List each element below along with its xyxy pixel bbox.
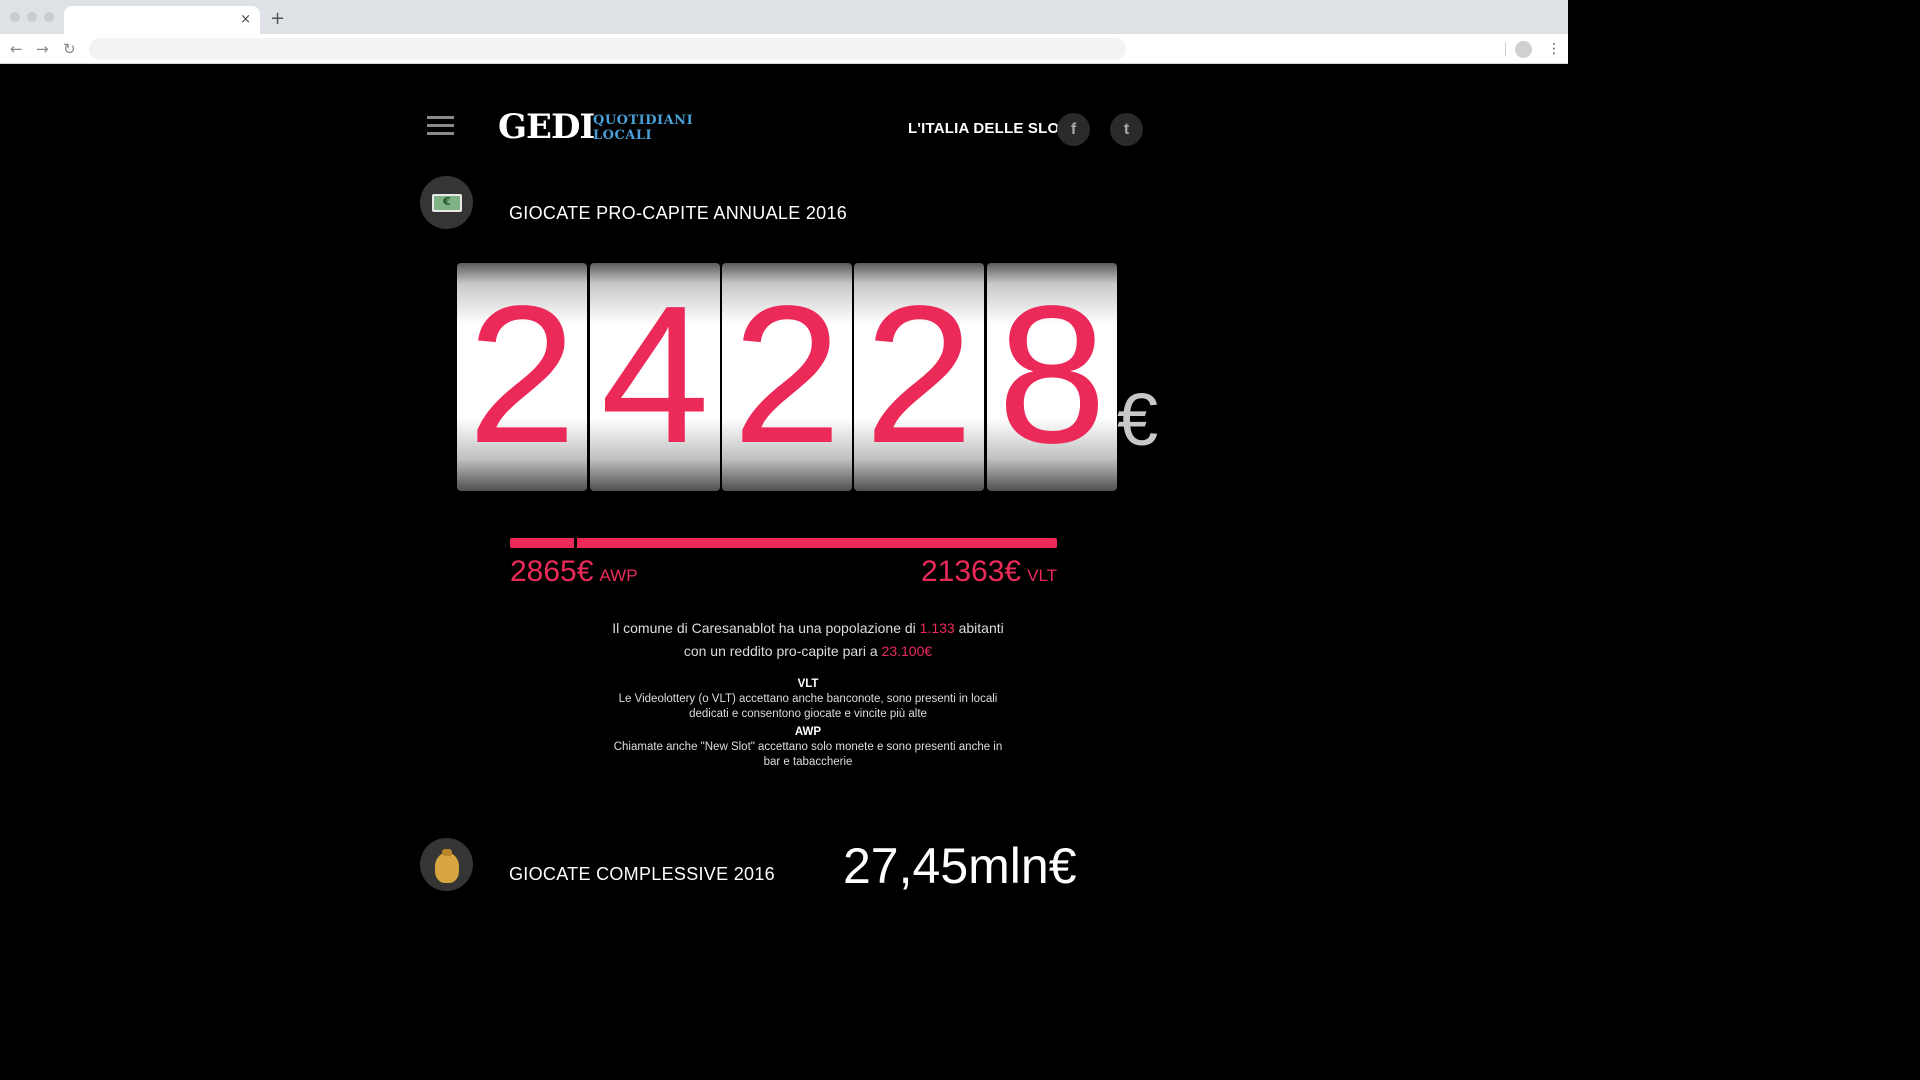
currency-symbol: € [1117, 378, 1159, 461]
population-unit: abitanti [958, 620, 1004, 636]
window-minimize-dot[interactable] [27, 12, 37, 22]
awp-description: Chiamate anche "New Slot" accettano solo… [613, 741, 1003, 768]
twitter-icon[interactable]: t [1110, 113, 1143, 146]
population-value: 1.133 [919, 620, 955, 636]
facebook-icon[interactable]: f [1057, 113, 1090, 146]
hamburger-menu-icon[interactable] [427, 116, 454, 135]
awp-amount-value: 2865€ [510, 555, 594, 588]
reel-digit: 2 [732, 265, 842, 484]
awp-amount-label: AWP [599, 566, 638, 585]
slot-reel: 2 [457, 263, 587, 491]
browser-menu-icon[interactable]: ⋮ [1547, 40, 1561, 58]
window-close-dot[interactable] [10, 12, 20, 22]
reel-digit: 2 [467, 265, 577, 484]
address-bar[interactable] [89, 38, 1126, 60]
awp-share-bar [510, 538, 574, 548]
window-maximize-dot[interactable] [44, 12, 54, 22]
reel-digit: 8 [997, 265, 1107, 484]
browser-toolbar: ← → ↻ ⋮ [0, 34, 1568, 64]
toolbar-divider [1505, 42, 1506, 56]
logo-subtitle-line-1: QUOTIDIANI [593, 113, 694, 128]
slot-reel: 8 [987, 263, 1117, 491]
slot-reel: 2 [854, 263, 984, 491]
total-amount: 27,45mln€ [843, 838, 1077, 894]
browser-tab[interactable]: × [64, 6, 260, 34]
reel-digit: 4 [600, 265, 710, 484]
logo-subtitle: QUOTIDIANI LOCALI [593, 113, 693, 143]
profile-avatar[interactable] [1515, 41, 1532, 58]
reel-digit: 2 [864, 265, 974, 484]
section-title-total: GIOCATE COMPLESSIVE 2016 [509, 864, 775, 884]
vlt-term: VLT [797, 678, 819, 690]
vlt-share-bar [577, 538, 1057, 548]
awp-definition: AWP Chiamate anche "New Slot" accettano … [606, 725, 1010, 770]
money-bag-icon [420, 838, 473, 891]
vlt-amount-label: VLT [1027, 566, 1058, 585]
awp-term: AWP [794, 726, 822, 738]
vlt-amount: 21363€ VLT [921, 554, 1057, 594]
vlt-amount-value: 21363€ [921, 555, 1022, 588]
cash-icon [420, 176, 473, 229]
logo-gedi[interactable]: GEDI [498, 108, 595, 146]
awp-amount: 2865€ AWP [510, 554, 638, 594]
slot-reel: 2 [722, 263, 852, 491]
forward-icon[interactable]: → [36, 40, 49, 58]
income-text: con un reddito pro-capite pari a [683, 643, 878, 659]
back-icon[interactable]: ← [10, 40, 23, 58]
logo-subtitle-line-2: LOCALI [593, 128, 653, 143]
population-info: Il comune di Caresanablot ha una popolaz… [560, 617, 1056, 663]
vlt-definition: VLT Le Videolottery (o VLT) accettano an… [606, 677, 1010, 722]
slot-reel: 4 [590, 263, 720, 491]
vlt-description: Le Videolottery (o VLT) accettano anche … [618, 693, 998, 720]
income-value: 23.100€ [881, 643, 933, 659]
tab-close-icon[interactable]: × [240, 11, 251, 29]
reload-icon[interactable]: ↻ [63, 40, 76, 58]
population-text: Il comune di Caresanablot ha una popolaz… [612, 620, 916, 636]
section-title-per-capita: GIOCATE PRO-CAPITE ANNUALE 2016 [509, 203, 848, 223]
site-title: L'ITALIA DELLE SLOT [908, 120, 1069, 137]
browser-tab-strip: × + [0, 0, 1568, 34]
new-tab-icon[interactable]: + [270, 8, 285, 30]
